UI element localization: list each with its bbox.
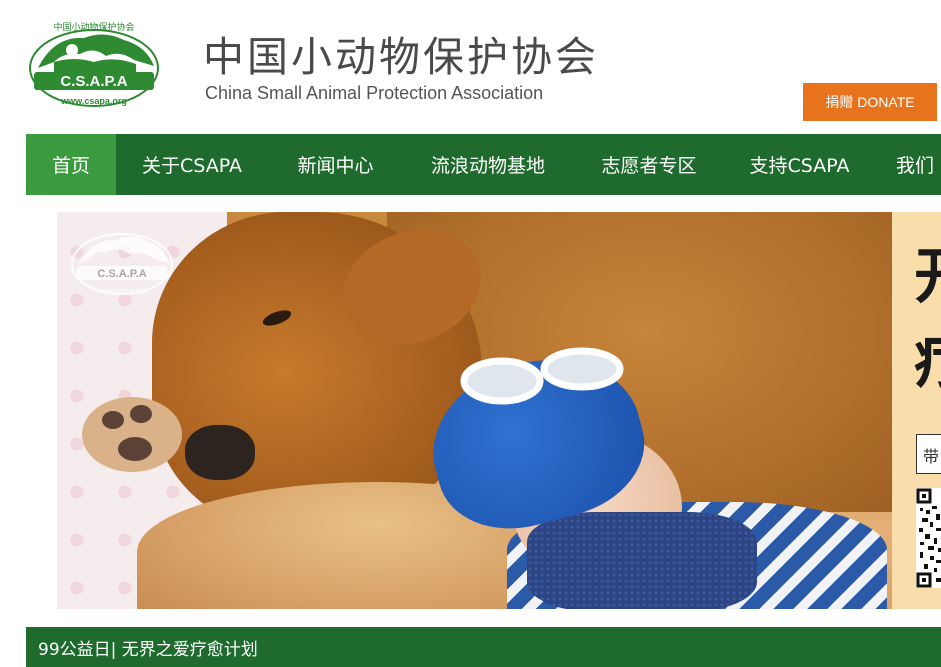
logo-ring-text: 中国小动物保护协会 <box>53 21 134 33</box>
goggles-icon <box>460 347 624 405</box>
nav-item-home[interactable]: 首页 <box>26 134 116 195</box>
dog-paw <box>82 397 182 472</box>
nav-item-us[interactable]: 我们 <box>896 134 941 195</box>
qr-code-icon <box>916 488 941 588</box>
news-headline-link[interactable]: 99公益日| 无界之爱疗愈计划 <box>38 635 258 660</box>
hero-banner[interactable]: C.S.A.P.A www.csapa.org 开 疗 带 <box>57 212 941 609</box>
side-box-text: 带 <box>916 434 941 474</box>
org-name-english: China Small Animal Protection Associatio… <box>205 83 544 103</box>
nav-item-about[interactable]: 关于CSAPA <box>116 134 268 195</box>
watermark-abbr: C.S.A.P.A <box>97 268 146 280</box>
nav-item-support[interactable]: 支持CSAPA <box>725 134 874 195</box>
watermark-url: www.csapa.org <box>97 288 146 295</box>
qr-code-graphic <box>916 488 941 588</box>
csapa-logo[interactable]: C.S.A.P.A www.csapa.org 中国小动物保护协会 <box>24 16 168 110</box>
side-title-char-1: 开 <box>914 242 941 312</box>
nav-item-shelter[interactable]: 流浪动物基地 <box>403 134 573 195</box>
side-title-char-2: 疗 <box>914 327 941 397</box>
watermark-logo: C.S.A.P.A www.csapa.org <box>71 233 173 295</box>
donate-button[interactable]: 捐赠 DONATE <box>803 83 937 121</box>
org-name-chinese: 中国小动物保护协会 <box>203 33 599 81</box>
news-ticker-bar: 99公益日| 无界之爱疗愈计划 <box>26 627 941 667</box>
banner-photo-dog-and-baby: C.S.A.P.A www.csapa.org <box>57 212 892 609</box>
nav-item-volunteer[interactable]: 志愿者专区 <box>573 134 725 195</box>
baby-scarf <box>527 512 757 609</box>
logo-abbr: C.S.A.P.A <box>60 73 127 90</box>
banner-side-panel: 开 疗 带 <box>892 212 941 609</box>
dog-nose <box>185 425 255 480</box>
main-nav: 首页 关于CSAPA 新闻中心 流浪动物基地 志愿者专区 支持CSAPA 我们 <box>26 134 941 195</box>
csapa-logo-graphic: C.S.A.P.A www.csapa.org 中国小动物保护协会 <box>29 21 159 107</box>
nav-item-news[interactable]: 新闻中心 <box>268 134 403 195</box>
logo-url: www.csapa.org <box>60 96 127 106</box>
